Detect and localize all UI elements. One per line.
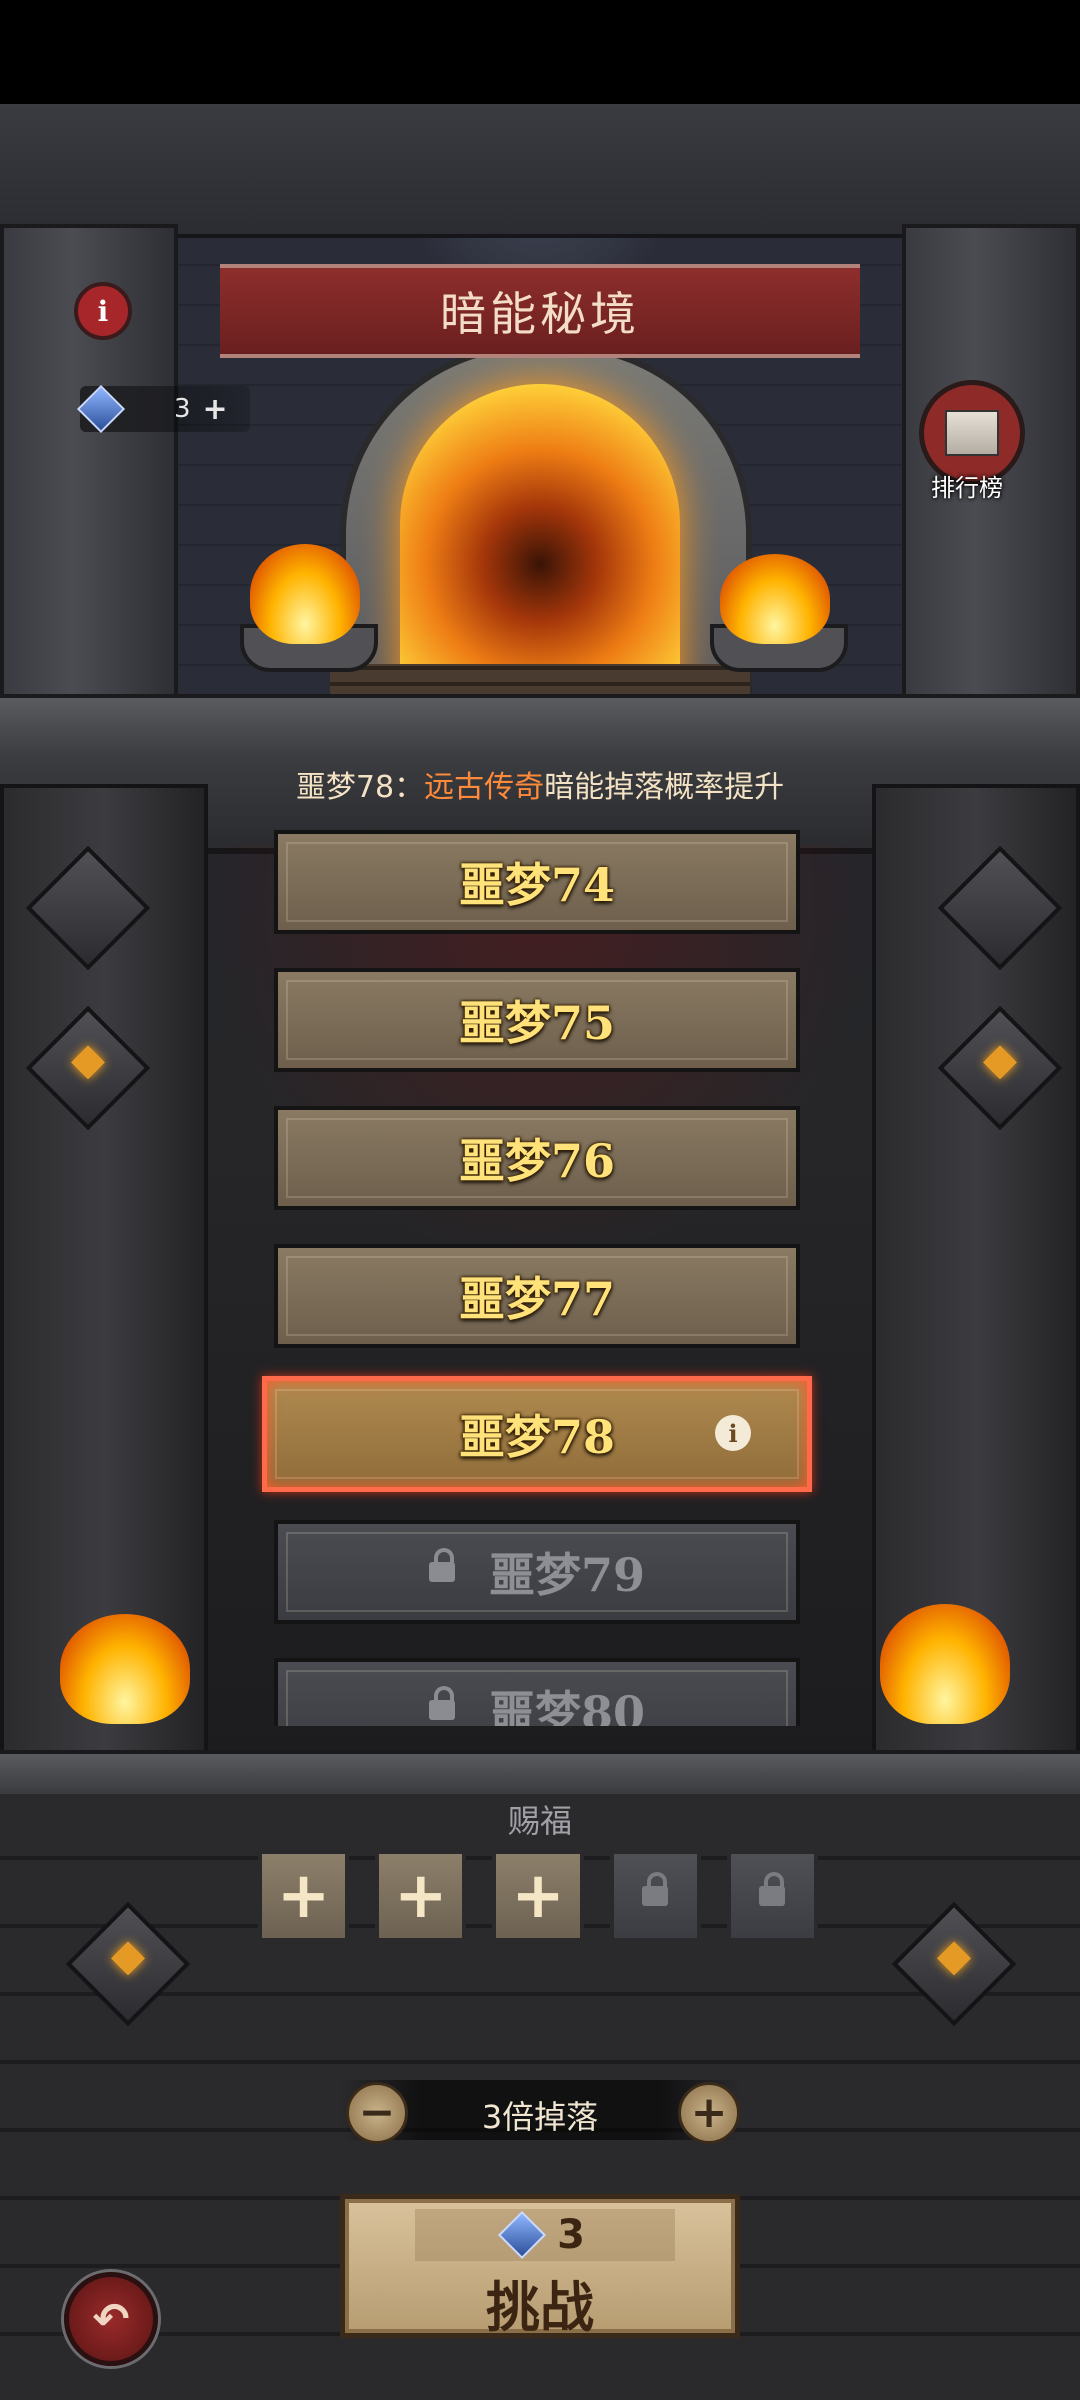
stone-ledge [0,1750,1080,1798]
blessing-slot[interactable]: + [258,1850,350,1942]
currency-counter: 3 + [76,384,250,434]
info-icon[interactable]: i [715,1415,751,1451]
blessing-title: 赐福 [507,1802,572,1840]
dark-crystal-icon [76,384,126,434]
challenge-cost: 3 [415,2209,675,2261]
level-item[interactable]: 噩梦74 [274,830,800,934]
info-icon[interactable]: i [74,282,132,340]
plus-icon: + [511,1859,565,1933]
plus-icon: + [276,1859,331,1933]
lock-icon [642,1872,669,1906]
page-title: 暗能秘境 [440,287,640,341]
lock-icon [428,1548,455,1582]
title-banner: 暗能秘境 [220,264,860,358]
ranking-label: 排行榜 [931,474,1003,502]
lock-icon [759,1872,786,1906]
ranking-button[interactable]: 排行榜 [912,380,1025,502]
back-button[interactable]: ↶ [64,2272,158,2366]
level-item[interactable]: 噩梦76 [274,1106,800,1210]
multiplier-label: 3倍掉落 [481,2098,599,2136]
dark-crystal-icon [498,2210,547,2260]
podium-icon [945,410,999,456]
status-bar [0,0,1080,104]
lock-icon [428,1686,455,1720]
add-currency-button[interactable]: + [203,392,228,427]
level-list[interactable]: 噩梦74 噩梦75 噩梦76 噩梦77 噩梦78 i 噩梦79 噩梦80 [0,826,1080,1726]
blessing-slot-locked[interactable] [726,1850,819,1942]
level-item-locked[interactable]: 噩梦80 [274,1658,800,1726]
challenge-button[interactable]: 3 挑战 [340,2194,740,2339]
level-item[interactable]: 噩梦75 [274,968,800,1072]
increase-multiplier-button[interactable]: + [678,2082,740,2144]
blessing-slot[interactable]: + [375,1850,467,1942]
back-arrow-icon: ↶ [92,2293,130,2345]
flame-icon [720,554,830,644]
flame-icon [250,544,360,644]
decrease-multiplier-button[interactable]: − [346,2082,408,2144]
currency-count: 3 [174,394,191,424]
level-item[interactable]: 噩梦77 [274,1244,800,1348]
level-item-locked[interactable]: 噩梦79 [274,1520,800,1624]
challenge-label: 挑战 [486,2275,594,2339]
game-scene: 暗能秘境 i 3 + 排行榜 噩梦78：远古传奇暗能掉落概率提升 噩梦74 噩梦… [0,104,1080,2400]
ceiling [0,104,1080,238]
blessing-slots: + + + [258,1850,819,1946]
blessing-slot[interactable]: + [492,1850,584,1942]
plus-icon: + [393,1859,448,1933]
blessing-slot-locked[interactable] [609,1850,701,1942]
level-item-selected[interactable]: 噩梦78 i [262,1376,812,1492]
